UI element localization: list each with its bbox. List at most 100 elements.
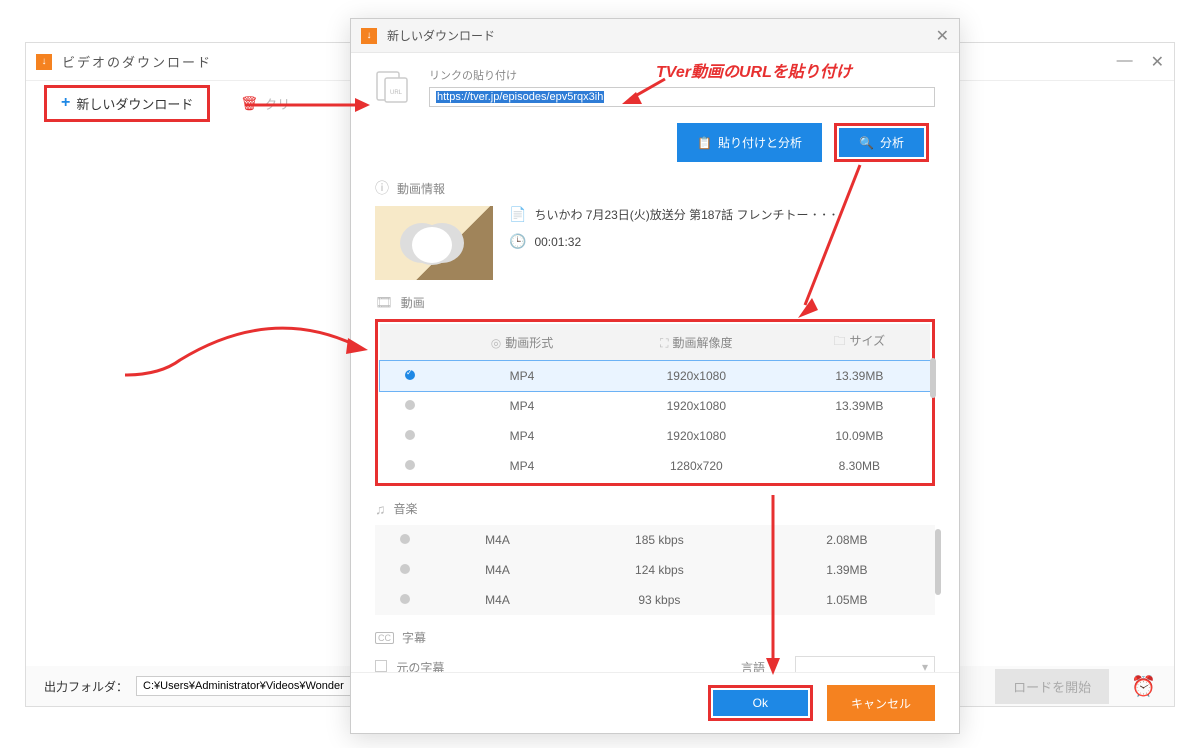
format-cell: M4A (435, 585, 560, 615)
clear-button[interactable]: 🗑 クリ (240, 94, 290, 113)
subtitle-row: 元の字幕 言語 ▾ (375, 656, 935, 672)
video-section-header: 🎞 動画 (375, 294, 935, 311)
annotation-text: TVer動画のURLを貼り付け (656, 58, 852, 82)
dialog-close-button[interactable]: ✕ (936, 26, 949, 46)
video-info: 📄 ちいかわ 7月23日(火)放送分 第187話 フレンチトー ･ ･ ･ 🕒 00… (375, 206, 935, 280)
format-cell: M4A (435, 555, 560, 585)
bitrate-cell: 124 kbps (560, 555, 759, 585)
video-thumbnail (375, 206, 493, 280)
radio-icon (405, 460, 415, 470)
minimize-button[interactable]: — (1117, 52, 1133, 72)
cc-icon: CC (375, 632, 394, 644)
dialog-app-icon: ↓ (361, 28, 377, 44)
search-icon: 🔍 (859, 136, 874, 150)
video-format-row[interactable]: MP41280x7208.30MB (380, 451, 930, 481)
schedule-icon[interactable]: ⏰ (1131, 674, 1156, 699)
film-icon: 🎞 (375, 294, 393, 311)
music-icon: ♫ (375, 501, 386, 517)
paste-analyze-button[interactable]: 📋 貼り付けと分析 (677, 123, 822, 162)
url-input[interactable]: https://tver.jp/episodes/epv5rqx3ih (429, 87, 935, 107)
audio-format-row[interactable]: M4A185 kbps2.08MB (375, 525, 935, 555)
paste-analyze-label: 貼り付けと分析 (718, 134, 802, 151)
dialog-footer: Ok キャンセル (351, 672, 959, 733)
resolution-cell: 1920x1080 (604, 391, 789, 421)
start-download-button[interactable]: ロードを開始 (995, 669, 1109, 704)
size-cell: 1.05MB (759, 585, 935, 615)
new-download-dialog: ↓ 新しいダウンロード ✕ URL リンクの貼り付け https://tver.… (350, 18, 960, 734)
radio-icon (400, 564, 410, 574)
resolution-cell: 1280x720 (604, 451, 789, 481)
audio-table-scrollbar[interactable] (935, 529, 941, 595)
video-format-row[interactable]: MP41920x108010.09MB (380, 421, 930, 451)
checkbox-icon (375, 660, 387, 672)
clear-label: クリ (264, 94, 290, 113)
annotation-highlight-analyze: 🔍 分析 (834, 123, 929, 162)
url-docs-icon: URL (375, 67, 415, 107)
video-info-header: ⓘ 動画情報 (375, 178, 935, 198)
clock-icon: 🕒 (509, 233, 526, 250)
new-download-button[interactable]: + 新しいダウンロード (44, 85, 210, 122)
document-icon: 📄 (509, 206, 526, 223)
cancel-button[interactable]: キャンセル (827, 685, 935, 721)
dialog-body: URL リンクの貼り付け https://tver.jp/episodes/ep… (351, 53, 959, 672)
radio-icon (400, 534, 410, 544)
video-format-row[interactable]: MP41920x108013.39MB (380, 391, 930, 421)
video-formats-table: ◎動画形式 ⛶動画解像度 🗀サイズ MP41920x108013.39MBMP4… (380, 324, 930, 481)
audio-format-row[interactable]: M4A93 kbps1.05MB (375, 585, 935, 615)
audio-formats-table: M4A185 kbps2.08MBM4A124 kbps1.39MBM4A93 … (375, 525, 935, 615)
radio-icon (400, 594, 410, 604)
analyze-label: 分析 (880, 134, 904, 151)
analyze-row: 📋 貼り付けと分析 🔍 分析 (375, 117, 935, 164)
size-cell: 10.09MB (789, 421, 930, 451)
size-cell: 8.30MB (789, 451, 930, 481)
bitrate-cell: 93 kbps (560, 585, 759, 615)
video-section-label: 動画 (401, 294, 425, 311)
original-subtitle-label: 元の字幕 (396, 661, 444, 673)
format-column-header: ◎動画形式 (440, 324, 604, 361)
close-button[interactable]: ✕ (1151, 52, 1164, 72)
format-cell: MP4 (440, 421, 604, 451)
radio-icon (405, 430, 415, 440)
annotation-highlight-ok: Ok (708, 685, 813, 721)
size-cell: 1.39MB (759, 555, 935, 585)
bitrate-cell: 185 kbps (560, 525, 759, 555)
video-meta: 📄 ちいかわ 7月23日(火)放送分 第187話 フレンチトー ･ ･ ･ 🕒 00… (509, 206, 836, 280)
svg-text:URL: URL (390, 90, 403, 96)
resolution-icon: ⛶ (660, 336, 668, 350)
format-cell: MP4 (440, 361, 604, 391)
audio-format-row[interactable]: M4A124 kbps1.39MB (375, 555, 935, 585)
format-cell: MP4 (440, 451, 604, 481)
radio-icon (405, 400, 415, 410)
trash-icon: 🗑 (240, 95, 258, 112)
language-select[interactable]: ▾ (795, 656, 935, 672)
format-icon: ◎ (491, 336, 501, 350)
radio-icon (405, 370, 415, 380)
resolution-cell: 1920x1080 (604, 361, 789, 391)
analyze-button[interactable]: 🔍 分析 (839, 128, 924, 157)
size-cell: 13.39MB (789, 361, 930, 391)
language-label: 言語 (741, 659, 765, 673)
format-cell: M4A (435, 525, 560, 555)
dialog-titlebar: ↓ 新しいダウンロード ✕ (351, 19, 959, 53)
video-info-label: 動画情報 (397, 180, 445, 197)
resolution-column-header: ⛶動画解像度 (604, 324, 789, 361)
plus-icon: + (61, 94, 70, 112)
video-title: ちいかわ 7月23日(火)放送分 第187話 フレンチトー ･ ･ ･ (534, 206, 836, 223)
video-format-row[interactable]: MP41920x108013.39MB (380, 361, 930, 391)
original-subtitle-checkbox[interactable]: 元の字幕 (375, 659, 444, 673)
ok-button[interactable]: Ok (713, 690, 808, 716)
dialog-title: 新しいダウンロード (387, 27, 495, 44)
url-value: https://tver.jp/episodes/epv5rqx3ih (436, 91, 604, 103)
video-table-scrollbar[interactable] (930, 358, 936, 398)
audio-section-label: 音楽 (394, 500, 418, 517)
video-duration: 00:01:32 (534, 235, 581, 249)
subtitle-section-label: 字幕 (402, 629, 426, 646)
subtitle-section-header: CC 字幕 (375, 629, 935, 646)
resolution-cell: 1920x1080 (604, 421, 789, 451)
main-window-title: ビデオのダウンロード (62, 52, 212, 71)
audio-section-header: ♫ 音楽 (375, 500, 935, 517)
output-folder-path[interactable]: C:¥Users¥Administrator¥Videos¥Wonder (136, 676, 356, 696)
folder-icon: 🗀 (834, 334, 846, 348)
window-controls: — ✕ (1117, 52, 1164, 72)
app-icon: ↓ (36, 54, 52, 70)
